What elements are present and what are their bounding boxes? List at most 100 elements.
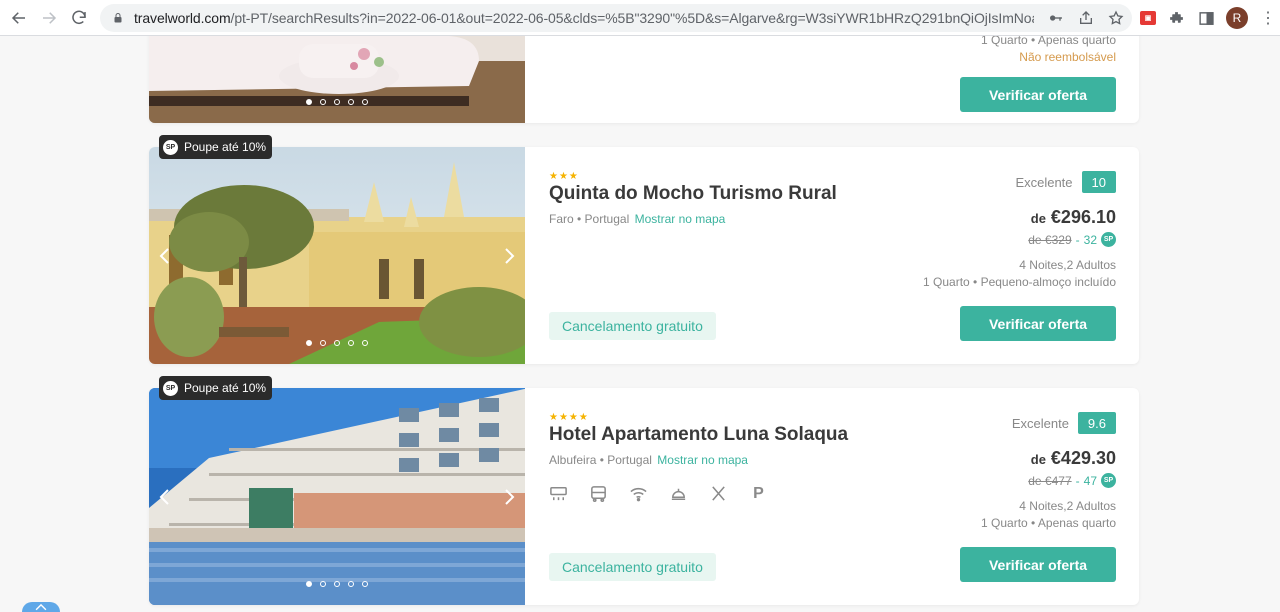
free-cancellation-tag: Cancelamento gratuito	[549, 312, 716, 340]
hotel-photo[interactable]	[149, 36, 525, 123]
rating-label: Excelente	[1011, 415, 1069, 431]
address-bar[interactable]: travelworld.com/pt-PT/searchResults?in=2…	[100, 4, 1132, 32]
hotel-card: ★★★★ Hotel Apartamento Luna Solaqua Albu…	[149, 388, 1139, 605]
carousel-dot[interactable]	[348, 340, 354, 346]
lock-icon[interactable]	[112, 11, 126, 25]
carousel-dots	[149, 99, 525, 105]
room-service-icon	[669, 484, 688, 503]
savings-badge: SP Poupe até 10%	[159, 135, 273, 159]
amenities-list: P	[549, 484, 768, 503]
carousel-dot[interactable]	[362, 340, 368, 346]
extensions-puzzle-icon[interactable]	[1166, 6, 1186, 30]
room-type: 1 Quarto • Apenas quarto	[981, 516, 1116, 530]
old-price: de €477	[1028, 473, 1072, 488]
hotel-photo[interactable]	[149, 388, 525, 605]
location-text: Faro • Portugal	[549, 212, 630, 226]
show-on-map-link[interactable]: Mostrar no mapa	[635, 212, 726, 226]
back-to-top-button[interactable]	[22, 602, 60, 612]
reload-icon[interactable]	[64, 3, 94, 33]
sp-icon: SP	[163, 380, 178, 396]
star-rating: ★★★★	[549, 412, 589, 423]
price: de €429.30	[1031, 448, 1116, 469]
price-prefix: de	[1030, 211, 1046, 226]
savings-badge-text: Poupe até 10%	[184, 140, 267, 154]
review-rating: Excelente 10	[1015, 171, 1116, 193]
extension-red-icon[interactable]: ▣	[1140, 11, 1156, 25]
carousel-prev-icon[interactable]	[155, 484, 175, 510]
carousel-next-icon[interactable]	[499, 484, 519, 510]
rating-score: 9.6	[1077, 412, 1116, 434]
price-prefix: de	[1030, 452, 1046, 467]
carousel-dot[interactable]	[320, 581, 326, 587]
hotel-name[interactable]: Quinta do Mocho Turismo Rural	[549, 183, 837, 205]
check-offer-button[interactable]: Verificar oferta	[960, 306, 1116, 341]
room-meta: 4 Noites,2 Adultos 1 Quarto • Pequeno-al…	[923, 257, 1116, 291]
shuttle-bus-icon	[589, 484, 608, 503]
old-price-line: de €477 - 47 SP	[1028, 473, 1116, 488]
refund-policy: Não reembolsável	[1019, 50, 1116, 64]
url-text[interactable]: travelworld.com/pt-PT/searchResults?in=2…	[134, 10, 1034, 26]
parking-icon: P	[753, 484, 764, 502]
carousel-dot[interactable]	[320, 340, 326, 346]
bookmark-star-icon[interactable]	[1106, 8, 1126, 28]
sofa-photo-illustration	[149, 36, 525, 123]
hotel-name[interactable]: Hotel Apartamento Luna Solaqua	[549, 424, 848, 446]
rating-score: 10	[1081, 171, 1116, 193]
carousel-prev-icon[interactable]	[155, 243, 175, 269]
carousel-dots	[149, 581, 525, 587]
check-offer-button[interactable]: Verificar oferta	[960, 77, 1116, 112]
savings-badge: SP Poupe até 10%	[159, 376, 273, 400]
quinta-photo-illustration	[149, 147, 525, 364]
carousel-dot[interactable]	[306, 99, 312, 105]
sp-icon: SP	[1101, 232, 1116, 247]
carousel-dot[interactable]	[320, 99, 326, 105]
hotel-photo[interactable]	[149, 147, 525, 364]
sp-icon: SP	[163, 139, 178, 155]
forward-icon[interactable]	[34, 3, 64, 33]
carousel-dot[interactable]	[348, 99, 354, 105]
old-price: de €329	[1028, 232, 1072, 247]
profile-avatar[interactable]: R	[1226, 7, 1248, 29]
sp-points: 32	[1083, 232, 1097, 247]
carousel-dots	[149, 340, 525, 346]
browser-toolbar: travelworld.com/pt-PT/searchResults?in=2…	[0, 0, 1280, 36]
carousel-dot[interactable]	[334, 340, 340, 346]
savings-badge-text: Poupe até 10%	[184, 381, 267, 395]
air-conditioning-icon	[549, 484, 568, 503]
key-icon[interactable]	[1046, 8, 1066, 28]
separator: -	[1075, 473, 1080, 488]
sp-points: 47	[1083, 473, 1097, 488]
room-meta: 4 Noites,2 Adultos 1 Quarto • Apenas qua…	[981, 498, 1116, 532]
show-on-map-link[interactable]: Mostrar no mapa	[657, 453, 748, 467]
carousel-dot[interactable]	[348, 581, 354, 587]
chevron-up-icon	[35, 603, 47, 611]
hotel-card: ★★★ Quinta do Mocho Turismo Rural Faro •…	[149, 147, 1139, 364]
review-rating: Excelente 9.6	[1012, 412, 1116, 434]
browser-menu-icon[interactable]: ⋮	[1258, 6, 1278, 30]
carousel-dot[interactable]	[306, 581, 312, 587]
hotel-location: Albufeira • Portugal Mostrar no mapa	[549, 453, 748, 467]
sp-icon: SP	[1101, 473, 1116, 488]
price-value: €429.30	[1050, 448, 1116, 468]
room-meta: 1 Quarto • Apenas quarto Não reembolsáve…	[981, 36, 1116, 66]
old-price-line: de €329 - 32 SP	[1028, 232, 1116, 247]
price: de €296.10	[1031, 207, 1116, 228]
carousel-dot[interactable]	[334, 99, 340, 105]
hotel-photo-illustration	[149, 388, 525, 605]
carousel-dot[interactable]	[306, 340, 312, 346]
carousel-next-icon[interactable]	[499, 243, 519, 269]
carousel-dot[interactable]	[334, 581, 340, 587]
check-offer-button[interactable]: Verificar oferta	[960, 547, 1116, 582]
stay-details: 4 Noites,2 Adultos	[1019, 499, 1116, 513]
search-results: 1 Quarto • Apenas quarto Não reembolsáve…	[0, 36, 1280, 612]
price-value: €296.10	[1050, 207, 1116, 227]
back-icon[interactable]	[4, 3, 34, 33]
share-icon[interactable]	[1076, 8, 1096, 28]
carousel-dot[interactable]	[362, 99, 368, 105]
hotel-card: 1 Quarto • Apenas quarto Não reembolsáve…	[149, 36, 1139, 123]
location-text: Albufeira • Portugal	[549, 453, 652, 467]
side-panel-icon[interactable]	[1196, 6, 1216, 30]
carousel-dot[interactable]	[362, 581, 368, 587]
stay-details: 4 Noites,2 Adultos	[1019, 258, 1116, 272]
free-cancellation-tag: Cancelamento gratuito	[549, 553, 716, 581]
